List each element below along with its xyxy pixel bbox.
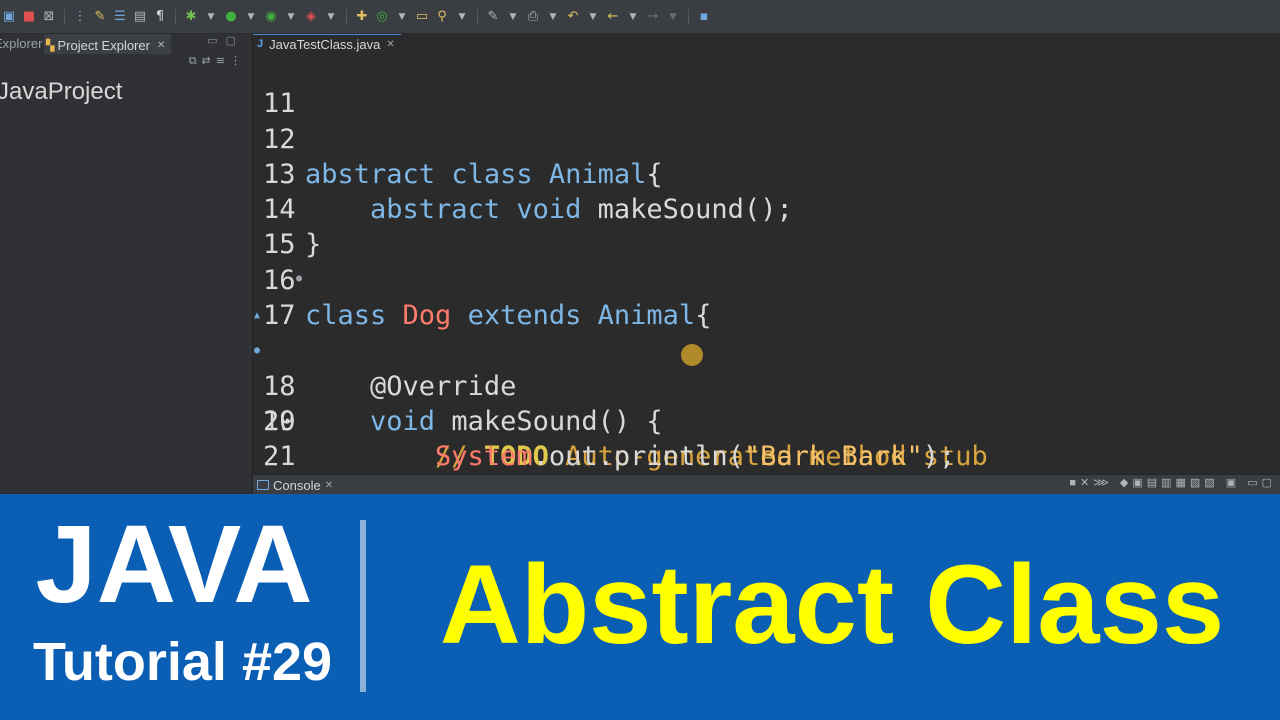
override-marker-icon[interactable]: ▲ — [254, 298, 260, 333]
editor-tab-label: JavaTestClass.java — [269, 36, 381, 52]
close-icon[interactable]: ✕ — [386, 39, 394, 50]
banner-title: Abstract Class — [439, 542, 1225, 667]
class-icon[interactable]: ◎ — [375, 9, 389, 24]
close-icon[interactable]: ✕ — [325, 480, 333, 491]
run-icon[interactable]: ● — [224, 9, 238, 24]
last-edit-icon[interactable]: ↶ — [566, 9, 580, 24]
code-line: 21 } — [253, 404, 1280, 472]
java-file-icon: J — [257, 38, 264, 50]
editor-tabs: J JavaTestClass.java ✕ — [253, 34, 1280, 52]
toolbar-separator — [175, 8, 176, 25]
code-line: ● 19 // TODO Auto-generated method stub — [253, 333, 1280, 472]
external-icon[interactable]: ◈ — [304, 9, 318, 24]
code-line: 12 abstract class Animal{ — [253, 86, 1280, 190]
print-icon[interactable]: ⎙ — [526, 9, 540, 24]
tab-project-explorer-label: Project Explorer — [57, 37, 150, 53]
block-icon[interactable]: ▤ — [133, 9, 147, 24]
toolbar-separator — [477, 8, 478, 25]
panel-tools[interactable]: ⧉⇄≡⋮ — [189, 54, 246, 68]
stop-icon[interactable]: ■ — [22, 9, 36, 24]
project-explorer-panel: Explorer ▚ Project Explorer ✕ ▭▢ ⧉⇄≡⋮ Ja… — [0, 34, 253, 493]
chevron-down-icon[interactable]: ▼ — [284, 10, 298, 24]
format-icon[interactable]: ☰ — [113, 9, 127, 24]
code-line: 22 } — [253, 439, 1280, 474]
tab-console[interactable]: Console ✕ — [257, 476, 333, 494]
mouse-cursor-highlight — [681, 344, 703, 366]
annotation-icon[interactable]: ✎ — [486, 9, 500, 24]
debug-icon[interactable]: ✱ — [184, 9, 198, 24]
code-line: 11 — [253, 51, 1280, 119]
search-icon[interactable]: ⚲ — [435, 9, 449, 24]
pen-icon[interactable]: ✎ — [93, 9, 107, 24]
minimize-maximize-icon[interactable]: ▭▢ — [207, 34, 244, 47]
banner-tutorial-number: Tutorial #29 — [32, 632, 333, 692]
chevron-down-icon[interactable]: ▼ — [244, 10, 258, 24]
code-line: 20 System.out.println("Bark Bark"); — [253, 369, 1280, 472]
chevron-down-icon[interactable]: ▼ — [506, 10, 520, 24]
skip-icon[interactable]: ⊠ — [42, 9, 56, 24]
fold-marker-icon[interactable]: ● — [296, 261, 302, 296]
chevron-down-icon[interactable]: ▼ — [324, 10, 338, 24]
console-panel-bar: Console ✕ ■✕⋙ ◆▣▤▥▦▧▨ ▣ ▭▢ — [253, 474, 1280, 494]
pilcrow-icon[interactable]: ¶ — [153, 9, 167, 24]
chevron-down-icon[interactable]: ▼ — [546, 10, 560, 24]
back-arrow-icon[interactable]: ← — [606, 9, 620, 24]
folder-icon: ▚ — [46, 39, 55, 52]
code-line: 14 } — [253, 157, 1280, 260]
task-marker-icon[interactable]: ● — [254, 333, 260, 368]
banner-divider — [360, 520, 366, 692]
console-tools[interactable]: ■✕⋙ ◆▣▤▥▦▧▨ ▣ ▭▢ — [1069, 476, 1276, 489]
left-panel-tabs: Explorer ▚ Project Explorer ✕ ▭▢ — [0, 34, 252, 54]
save-icon[interactable]: ▣ — [2, 9, 16, 24]
chevron-down-icon[interactable]: ▼ — [395, 10, 409, 24]
project-tree-item[interactable]: JavaProject — [0, 78, 122, 106]
tab-package-explorer[interactable]: Explorer — [0, 36, 42, 51]
coverage-icon[interactable]: ◉ — [264, 9, 278, 24]
tab-project-explorer[interactable]: ▚ Project Explorer ✕ — [44, 34, 172, 54]
pin-icon[interactable]: ▪ — [697, 9, 711, 24]
code-line: ▲ 18 void makeSound() { — [253, 298, 1280, 437]
chevron-down-icon[interactable]: ▼ — [626, 10, 640, 24]
console-icon — [257, 480, 269, 490]
toolbar-separator — [64, 8, 65, 25]
forward-arrow-icon[interactable]: → — [646, 9, 660, 24]
chevron-down-icon[interactable]: ▼ — [204, 10, 218, 24]
chevron-down-icon[interactable]: ▼ — [455, 10, 469, 24]
code-line: 17 ● @Override — [253, 261, 1280, 402]
close-icon[interactable]: ✕ — [157, 40, 165, 51]
code-line: 16 class Dog extends Animal{ — [253, 227, 1280, 331]
new-icon[interactable]: ✚ — [355, 9, 369, 24]
chevron-down-icon[interactable]: ▼ — [586, 10, 600, 24]
main-toolbar: ▣ ■ ⊠ ⋮ ✎ ☰ ▤ ¶ ✱ ▼ ● ▼ ◉ ▼ ◈ ▼ ✚ ◎ ▼ ▭ … — [0, 0, 1280, 34]
code-editor: J JavaTestClass.java ✕ 11 12 abstract cl… — [253, 34, 1280, 474]
code-area[interactable]: 11 12 abstract class Animal{ 13 abstract… — [253, 51, 1280, 474]
code-line: 15 — [253, 192, 1280, 260]
toolbar-separator — [346, 8, 347, 25]
tutorial-banner: JAVA Tutorial #29 Abstract Class — [0, 494, 1280, 720]
open-icon[interactable]: ▭ — [415, 9, 429, 24]
tab-java-test-class[interactable]: J JavaTestClass.java ✕ — [253, 34, 401, 52]
chevron-down-icon[interactable]: ▼ — [666, 10, 680, 24]
banner-java-text: JAVA — [35, 503, 313, 626]
code-line: 13 abstract void makeSound(); — [253, 122, 1280, 225]
tree-icon[interactable]: ⋮ — [73, 9, 87, 24]
console-tab-label: Console — [273, 477, 321, 493]
toolbar-separator — [688, 8, 689, 25]
